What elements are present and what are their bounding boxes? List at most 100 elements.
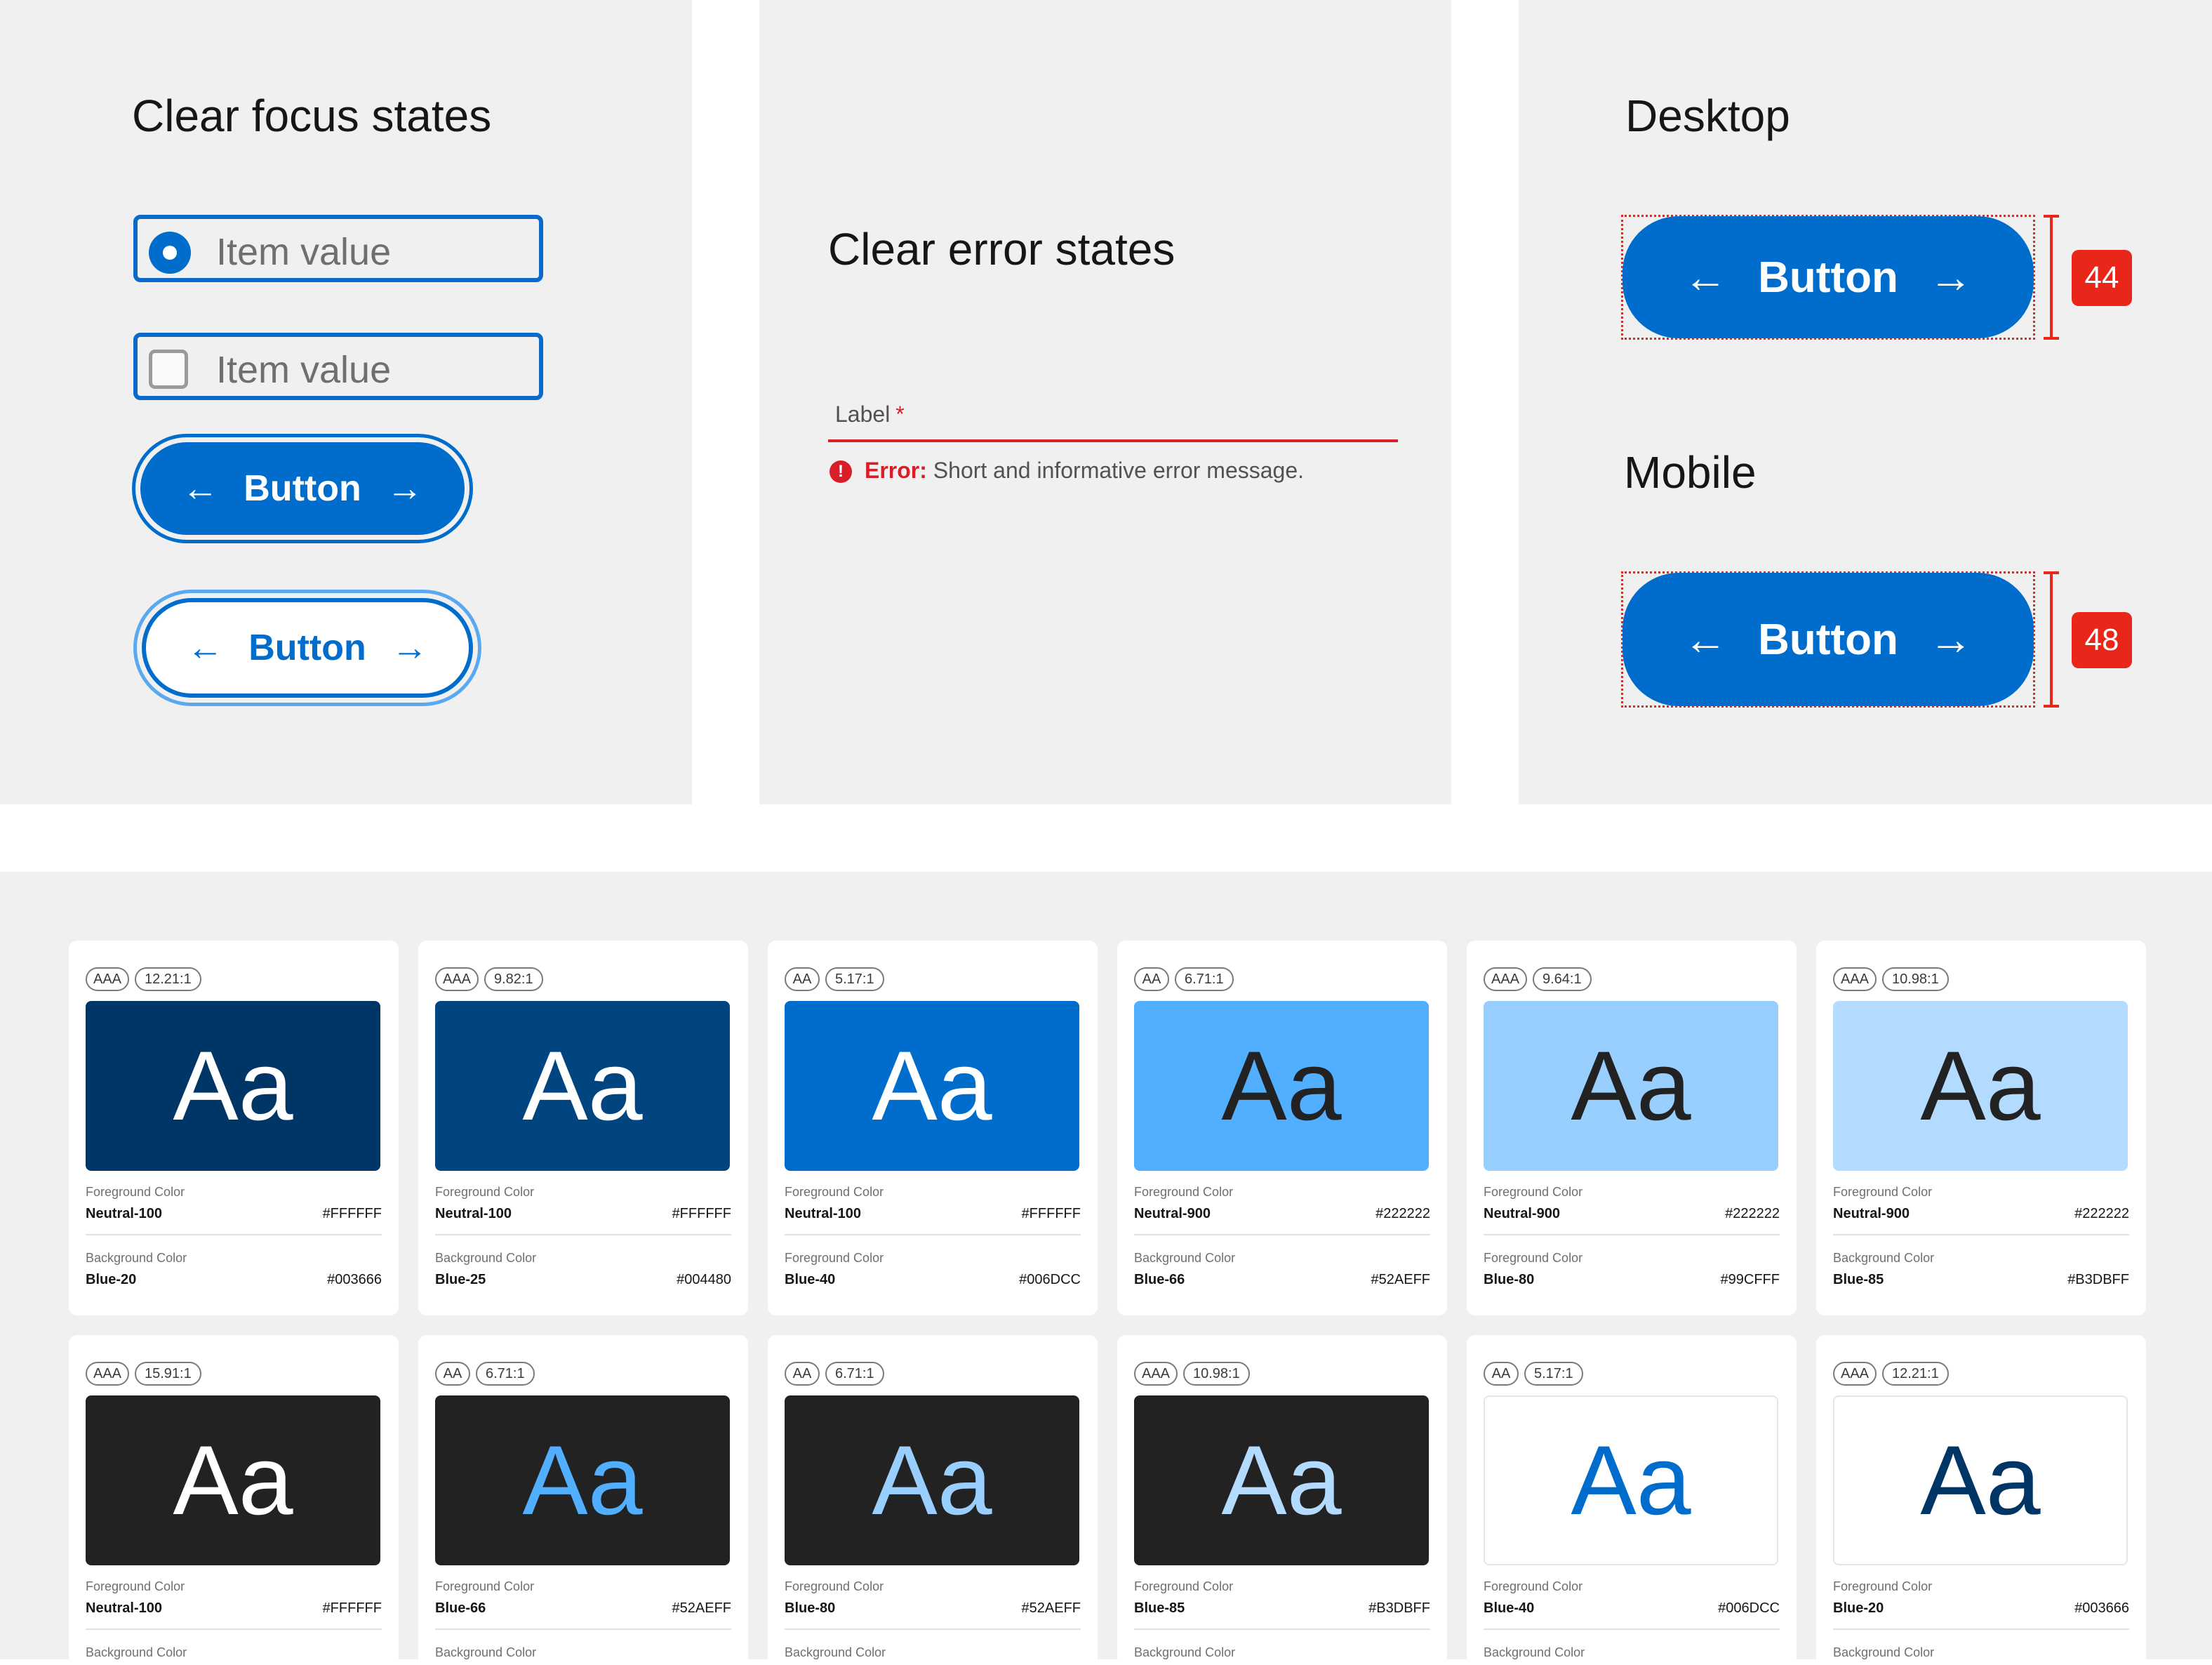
error-message: Error: Short and informative error messa…	[865, 458, 1304, 484]
required-asterisk: *	[895, 402, 905, 427]
contrast-ratio-badge: 15.91:1	[135, 1362, 201, 1386]
focus-states-title: Clear focus states	[132, 91, 492, 141]
foreground-color-name: Blue-40	[1484, 1600, 1535, 1616]
color-preview: Aa	[1484, 1395, 1778, 1565]
text-input-error-underline[interactable]	[828, 439, 1398, 442]
wcag-level-badge: AA	[785, 967, 820, 991]
foreground-color-name: Neutral-900	[1484, 1206, 1560, 1221]
desktop-height-measure	[2044, 215, 2059, 340]
color-preview: Aa	[435, 1001, 730, 1171]
arrow-left-icon: ←	[1684, 615, 1728, 664]
background-label: Foreground Color	[785, 1251, 884, 1265]
error-message-text: Short and informative error message.	[933, 458, 1305, 483]
contrast-ratio-badge: 6.71:1	[1175, 967, 1234, 991]
wcag-level-badge: AAA	[1833, 967, 1877, 991]
background-color-hex: #003666	[327, 1272, 382, 1287]
foreground-label: Foreground Color	[1833, 1579, 1933, 1593]
contrast-ratio-badge: 9.82:1	[484, 967, 543, 991]
arrow-left-icon: ←	[187, 628, 224, 668]
foreground-label: Foreground Color	[86, 1579, 185, 1593]
foreground-label: Foreground Color	[1134, 1579, 1234, 1593]
background-label: Background Color	[1833, 1645, 1935, 1659]
contrast-ratio-badge: 9.64:1	[1533, 967, 1592, 991]
contrast-swatch-card: AAA 15.91:1 Aa Foreground Color Neutral-100 #…	[69, 1335, 399, 1665]
contrast-swatch-card: AA 5.17:1 Aa Foreground Color Blue-40 #006DCC…	[1467, 1335, 1797, 1665]
contrast-swatch-card: AAA 9.64:1 Aa Foreground Color Neutral-900 #2…	[1467, 941, 1797, 1315]
primary-button-focused[interactable]: ← Button →	[140, 442, 465, 535]
foreground-color-name: Neutral-900	[1134, 1206, 1211, 1221]
mobile-title: Mobile	[1624, 447, 1757, 498]
background-label: Background Color	[1833, 1251, 1935, 1265]
foreground-color-hex: #222222	[2074, 1206, 2129, 1221]
background-color-hex: #52AEFF	[1371, 1272, 1430, 1287]
background-label: Background Color	[435, 1251, 537, 1265]
radio-selected-icon[interactable]	[149, 232, 191, 274]
contrast-swatch-card: AAA 9.82:1 Aa Foreground Color Neutral-100 #F…	[418, 941, 748, 1315]
color-preview: Aa	[785, 1001, 1079, 1171]
foreground-label: Foreground Color	[1833, 1185, 1933, 1199]
foreground-color-hex: #B3DBFF	[1368, 1600, 1430, 1616]
foreground-color-name: Blue-20	[1833, 1600, 1884, 1616]
color-preview: Aa	[1833, 1001, 2128, 1171]
checkbox-unchecked-icon[interactable]	[149, 350, 188, 389]
wcag-level-badge: AAA	[1134, 1362, 1178, 1386]
arrow-right-icon: →	[1928, 615, 1973, 664]
wcag-level-badge: AA	[1484, 1362, 1519, 1386]
background-color-name: Blue-66	[1134, 1272, 1185, 1287]
color-preview: Aa	[1134, 1001, 1429, 1171]
background-color-hex: #006DCC	[1019, 1272, 1081, 1287]
foreground-label: Foreground Color	[1134, 1185, 1234, 1199]
wcag-level-badge: AAA	[435, 967, 479, 991]
foreground-color-hex: #006DCC	[1718, 1600, 1780, 1616]
button-label: Button	[248, 628, 366, 668]
background-label: Background Color	[435, 1645, 537, 1659]
checkbox-option-label: Item value	[216, 349, 392, 391]
divider	[1134, 1628, 1430, 1630]
foreground-color-name: Neutral-100	[785, 1206, 861, 1221]
checkbox-option-focused[interactable]: Item value	[133, 333, 543, 400]
color-preview: Aa	[1134, 1395, 1429, 1565]
foreground-color-hex: #222222	[1725, 1206, 1780, 1221]
contrast-ratio-badge: 12.21:1	[1882, 1362, 1949, 1386]
arrow-right-icon: →	[1928, 253, 1973, 302]
wcag-level-badge: AA	[785, 1362, 820, 1386]
secondary-button-focused[interactable]: ← Button →	[142, 598, 473, 698]
divider	[1484, 1628, 1780, 1630]
contrast-swatch-card: AA 6.71:1 Aa Foreground Color Blue-66 #52AEFF…	[418, 1335, 748, 1665]
error-states-title: Clear error states	[828, 224, 1175, 274]
arrow-right-icon: →	[386, 468, 423, 509]
color-preview: Aa	[86, 1001, 380, 1171]
foreground-color-hex: #FFFFFF	[1021, 1206, 1081, 1221]
button-label: Button	[244, 468, 361, 509]
foreground-color-name: Neutral-100	[86, 1206, 162, 1221]
background-color-name: Blue-80	[1484, 1272, 1535, 1287]
divider	[1484, 1234, 1780, 1235]
arrow-right-icon: →	[391, 628, 428, 668]
desktop-button[interactable]: ← Button →	[1623, 216, 2034, 338]
wcag-level-badge: AA	[435, 1362, 470, 1386]
contrast-ratio-badge: 12.21:1	[135, 967, 201, 991]
color-preview: Aa	[785, 1395, 1079, 1565]
foreground-color-hex: #FFFFFF	[322, 1206, 382, 1221]
contrast-swatch-card: AAA 12.21:1 Aa Foreground Color Blue-20 #0036…	[1816, 1335, 2146, 1665]
mobile-height-measure	[2044, 571, 2059, 708]
focus-states-panel: Clear focus states Item value Item value…	[0, 0, 692, 804]
divider	[435, 1234, 731, 1235]
foreground-label: Foreground Color	[435, 1579, 535, 1593]
background-color-hex: #99CFFF	[1720, 1272, 1780, 1287]
mobile-button[interactable]: ← Button →	[1623, 573, 2034, 706]
wcag-level-badge: AAA	[1484, 967, 1527, 991]
foreground-label: Foreground Color	[86, 1185, 185, 1199]
background-color-name: Blue-20	[86, 1272, 137, 1287]
radio-option-focused[interactable]: Item value	[133, 215, 543, 282]
wcag-level-badge: AAA	[86, 967, 129, 991]
divider	[86, 1234, 382, 1235]
background-color-hex: #004480	[677, 1272, 731, 1287]
foreground-color-name: Neutral-100	[435, 1206, 512, 1221]
contrast-swatch-card: AAA 10.98:1 Aa Foreground Color Neutral-900 #…	[1816, 941, 2146, 1315]
foreground-label: Foreground Color	[785, 1185, 884, 1199]
background-color-name: Blue-85	[1833, 1272, 1884, 1287]
background-label: Foreground Color	[1484, 1251, 1583, 1265]
error-prefix: Error:	[865, 458, 927, 483]
contrast-ratio-badge: 10.98:1	[1882, 967, 1949, 991]
